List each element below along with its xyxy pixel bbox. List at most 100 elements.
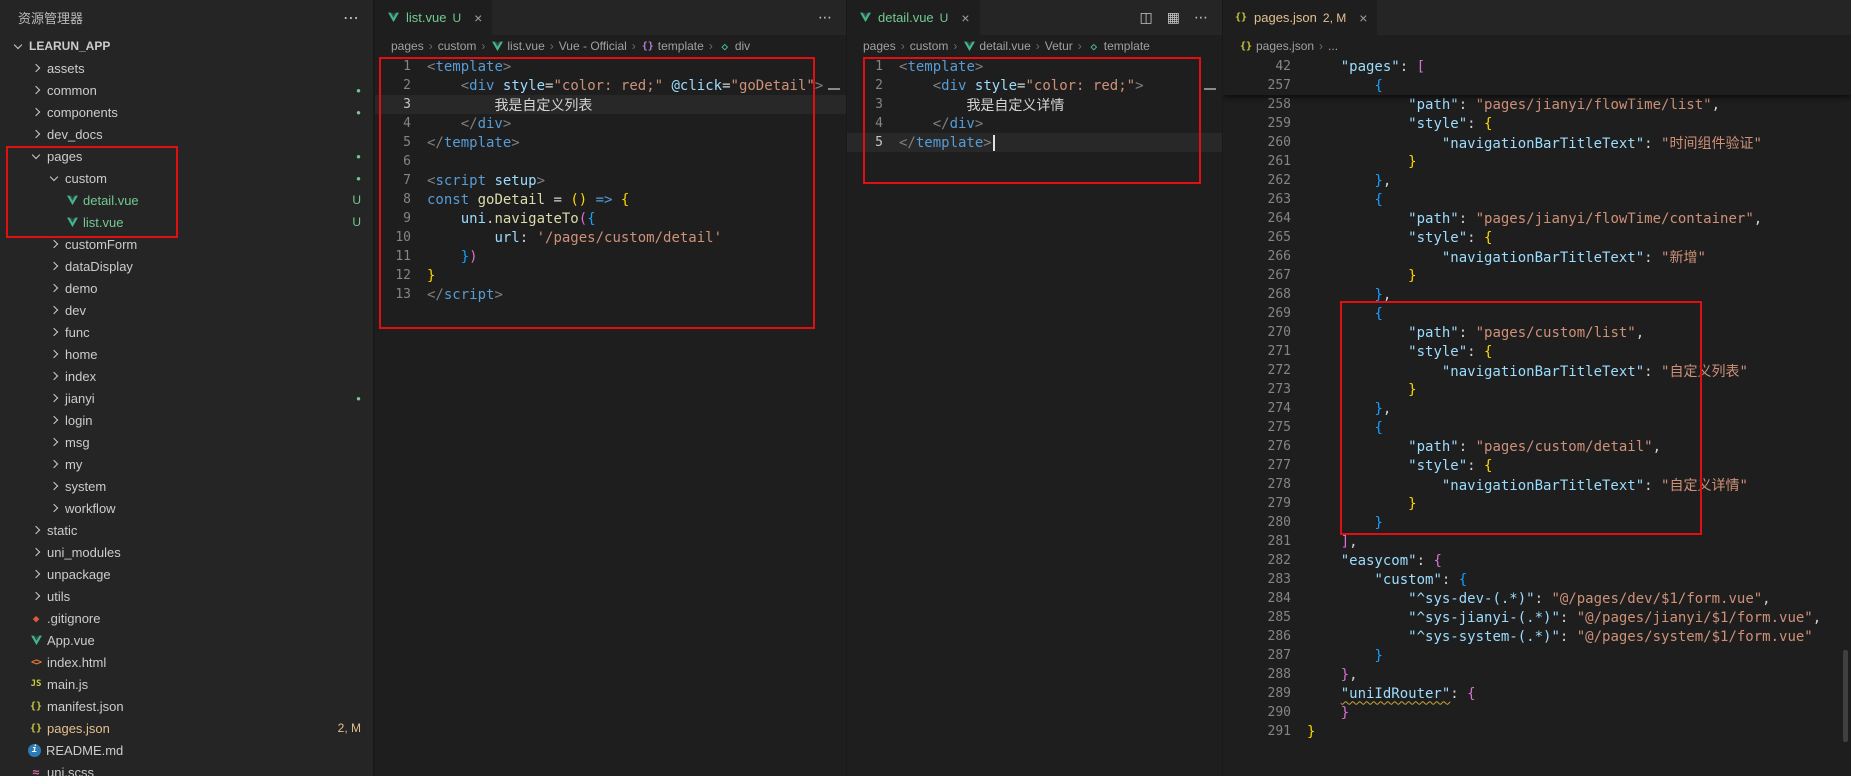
tree-item-customform[interactable]: customForm — [0, 233, 373, 255]
code-line-276[interactable]: 276 "path": "pages/custom/detail", — [1223, 437, 1851, 456]
code-line-264[interactable]: 264 "path": "pages/jianyi/flowTime/conta… — [1223, 209, 1851, 228]
close-icon[interactable]: × — [1359, 10, 1367, 26]
tree-item-static[interactable]: static — [0, 519, 373, 541]
code-line-267[interactable]: 267 } — [1223, 266, 1851, 285]
code-line-260[interactable]: 260 "navigationBarTitleText": "时间组件验证" — [1223, 133, 1851, 152]
breadcrumb-item[interactable]: {}template — [641, 38, 704, 54]
tab-detail-vue[interactable]: detail.vueU× — [847, 0, 980, 35]
code-line-7[interactable]: 7<script setup> — [375, 171, 846, 190]
code-line-4[interactable]: 4 </div> — [375, 114, 846, 133]
breadcrumb-item[interactable]: ◇div — [718, 38, 750, 54]
breadcrumb-item[interactable]: ◇template — [1087, 38, 1150, 54]
code-line-268[interactable]: 268 }, — [1223, 285, 1851, 304]
code-line-288[interactable]: 288 }, — [1223, 665, 1851, 684]
code-line-12[interactable]: 12} — [375, 266, 846, 285]
tree-item-manifest-json[interactable]: {}manifest.json — [0, 695, 373, 717]
code-line-259[interactable]: 259 "style": { — [1223, 114, 1851, 133]
code-line-291[interactable]: 291} — [1223, 722, 1851, 741]
tree-item-assets[interactable]: assets — [0, 57, 373, 79]
tree-item-pages[interactable]: pages● — [0, 145, 373, 167]
tree-item-gitignore[interactable]: ◆.gitignore — [0, 607, 373, 629]
breadcrumb-item[interactable]: Vue - Official — [559, 39, 627, 53]
code-line-262[interactable]: 262 }, — [1223, 171, 1851, 190]
code-line-3[interactable]: 3 我是自定义列表 — [375, 95, 846, 114]
tree-item-unpackage[interactable]: unpackage — [0, 563, 373, 585]
code-line-1[interactable]: 1<template> — [375, 57, 846, 76]
breadcrumb-item[interactable]: pages — [391, 39, 424, 53]
breadcrumb-item[interactable]: {}pages.json — [1239, 38, 1314, 54]
code-line-277[interactable]: 277 "style": { — [1223, 456, 1851, 475]
code-line-13[interactable]: 13</script> — [375, 285, 846, 304]
code-line-285[interactable]: 285 "^sys-jianyi-(.*)": "@/pages/jianyi/… — [1223, 608, 1851, 627]
split-icon[interactable]: ◫ — [1140, 9, 1153, 26]
tree-item-uni-modules[interactable]: uni_modules — [0, 541, 373, 563]
code-line-11[interactable]: 11 }) — [375, 247, 846, 266]
tree-item-readme-md[interactable]: iREADME.md — [0, 739, 373, 761]
breadcrumb-item[interactable]: pages — [863, 39, 896, 53]
code-line-282[interactable]: 282 "easycom": { — [1223, 551, 1851, 570]
tree-item-dev[interactable]: dev — [0, 299, 373, 321]
explorer-more-icon[interactable]: ⋯ — [343, 8, 359, 28]
code-line-263[interactable]: 263 { — [1223, 190, 1851, 209]
code-line-279[interactable]: 279 } — [1223, 494, 1851, 513]
layout-icon[interactable]: ▦ — [1167, 9, 1180, 26]
code-line-42[interactable]: 42 "pages": [ — [1223, 57, 1851, 76]
code-line-275[interactable]: 275 { — [1223, 418, 1851, 437]
tree-item-index-html[interactable]: <>index.html — [0, 651, 373, 673]
tree-item-list-vue[interactable]: list.vueU — [0, 211, 373, 233]
code-line-289[interactable]: 289 "uniIdRouter": { — [1223, 684, 1851, 703]
tree-item-demo[interactable]: demo — [0, 277, 373, 299]
code-line-287[interactable]: 287 } — [1223, 646, 1851, 665]
code-line-269[interactable]: 269 { — [1223, 304, 1851, 323]
code-line-257[interactable]: 257 { — [1223, 76, 1851, 95]
tree-item-dev-docs[interactable]: dev_docs — [0, 123, 373, 145]
tree-item-app-vue[interactable]: App.vue — [0, 629, 373, 651]
code-line-290[interactable]: 290 } — [1223, 703, 1851, 722]
breadcrumb-item[interactable]: ... — [1328, 39, 1338, 53]
code-editor-pagesjson[interactable]: 42 "pages": [257 {258 "path": "pages/jia… — [1223, 57, 1851, 776]
breadcrumb-item[interactable]: custom — [910, 39, 949, 53]
code-line-284[interactable]: 284 "^sys-dev-(.*)": "@/pages/dev/$1/for… — [1223, 589, 1851, 608]
code-line-281[interactable]: 281 ], — [1223, 532, 1851, 551]
code-line-261[interactable]: 261 } — [1223, 152, 1851, 171]
tree-item-detail-vue[interactable]: detail.vueU — [0, 189, 373, 211]
code-line-2[interactable]: 2 <div style="color: red;"> — [847, 76, 1222, 95]
tree-item-pages-json[interactable]: {}pages.json2, M — [0, 717, 373, 739]
code-line-265[interactable]: 265 "style": { — [1223, 228, 1851, 247]
close-icon[interactable]: × — [474, 10, 482, 26]
tab-pages-json[interactable]: {}pages.json2, M× — [1223, 0, 1377, 35]
code-line-270[interactable]: 270 "path": "pages/custom/list", — [1223, 323, 1851, 342]
code-line-272[interactable]: 272 "navigationBarTitleText": "自定义列表" — [1223, 361, 1851, 380]
code-line-3[interactable]: 3 我是自定义详情 — [847, 95, 1222, 114]
code-line-271[interactable]: 271 "style": { — [1223, 342, 1851, 361]
code-line-2[interactable]: 2 <div style="color: red;" @click="goDet… — [375, 76, 846, 95]
code-line-283[interactable]: 283 "custom": { — [1223, 570, 1851, 589]
scrollbar-thumb[interactable] — [1843, 650, 1848, 742]
tree-item-func[interactable]: func — [0, 321, 373, 343]
code-line-8[interactable]: 8const goDetail = () => { — [375, 190, 846, 209]
code-line-273[interactable]: 273 } — [1223, 380, 1851, 399]
code-line-1[interactable]: 1<template> — [847, 57, 1222, 76]
close-icon[interactable]: × — [961, 10, 969, 26]
tree-item-common[interactable]: common● — [0, 79, 373, 101]
more-icon[interactable]: ⋯ — [1194, 9, 1208, 26]
tree-item-learun-app[interactable]: LEARUN_APP — [0, 35, 373, 57]
breadcrumb-item[interactable]: list.vue — [490, 38, 544, 54]
code-line-6[interactable]: 6 — [375, 152, 846, 171]
tree-item-components[interactable]: components● — [0, 101, 373, 123]
code-editor-list[interactable]: 1<template>2 <div style="color: red;" @c… — [375, 57, 846, 776]
tree-item-main-js[interactable]: JSmain.js — [0, 673, 373, 695]
tree-item-system[interactable]: system — [0, 475, 373, 497]
tree-item-home[interactable]: home — [0, 343, 373, 365]
code-line-274[interactable]: 274 }, — [1223, 399, 1851, 418]
tree-item-login[interactable]: login — [0, 409, 373, 431]
code-line-5[interactable]: 5</template> — [375, 133, 846, 152]
tree-item-msg[interactable]: msg — [0, 431, 373, 453]
tree-item-custom[interactable]: custom● — [0, 167, 373, 189]
code-line-10[interactable]: 10 url: '/pages/custom/detail' — [375, 228, 846, 247]
tree-item-datadisplay[interactable]: dataDisplay — [0, 255, 373, 277]
tree-item-index[interactable]: index — [0, 365, 373, 387]
code-line-9[interactable]: 9 uni.navigateTo({ — [375, 209, 846, 228]
code-editor-detail[interactable]: 1<template>2 <div style="color: red;">3 … — [847, 57, 1222, 776]
more-icon[interactable]: ⋯ — [818, 9, 832, 26]
